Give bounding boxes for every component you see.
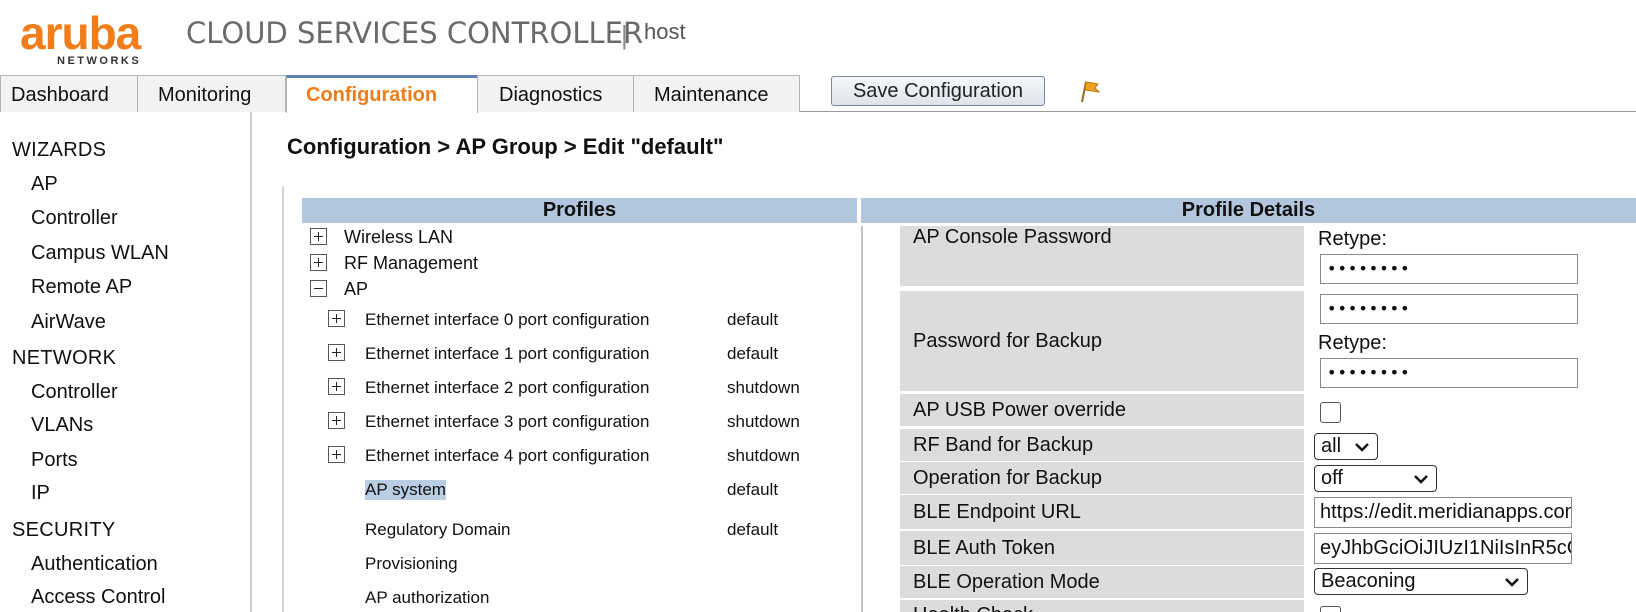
ble-operation-mode-value: Beaconing bbox=[1321, 570, 1416, 592]
tree-item-ap-system-value: default bbox=[727, 480, 779, 499]
sidebar-item-authentication[interactable]: Authentication bbox=[31, 553, 158, 576]
health-check-label-text: Health Check bbox=[913, 604, 1033, 612]
tree-item-regulatory-domain-value: default bbox=[727, 520, 779, 539]
profile-details-header: Profile Details bbox=[861, 198, 1636, 223]
chevron-down-icon bbox=[1355, 443, 1369, 452]
logo-wordmark: aruba bbox=[20, 7, 141, 59]
sidebar-item-ip[interactable]: IP bbox=[31, 482, 50, 505]
tree-item-eth2[interactable]: Ethernet interface 2 port configuration bbox=[365, 378, 649, 398]
tab-maintenance[interactable]: Maintenance bbox=[633, 75, 800, 112]
details-frame-border bbox=[861, 226, 863, 612]
tree-item-ap-system[interactable]: AP system bbox=[365, 480, 446, 500]
ble-operation-mode-label: BLE Operation Mode bbox=[900, 566, 1304, 598]
console-password-retype-label: Retype: bbox=[1318, 228, 1387, 250]
tree-item-eth1[interactable]: Ethernet interface 1 port configuration bbox=[365, 344, 649, 364]
operation-backup-label: Operation for Backup bbox=[900, 462, 1304, 494]
chevron-down-icon bbox=[1414, 475, 1428, 484]
tree-item-eth2-value: shutdown bbox=[727, 378, 800, 397]
tree-item-wireless-lan[interactable]: Wireless LAN bbox=[344, 227, 453, 248]
expand-icon[interactable] bbox=[310, 254, 327, 271]
logo-subtitle: NETWORKS bbox=[57, 55, 142, 67]
tree-item-rf-management[interactable]: RF Management bbox=[344, 253, 478, 274]
tree-item-eth3-value: shutdown bbox=[727, 412, 800, 431]
chevron-down-icon bbox=[1505, 578, 1519, 587]
app-title: CLOUD SERVICES CONTROLLER bbox=[186, 16, 644, 50]
ble-operation-mode-select[interactable]: Beaconing bbox=[1314, 568, 1528, 595]
ble-auth-token-label-text: BLE Auth Token bbox=[913, 537, 1055, 559]
sidebar-item-wizard-remote-ap[interactable]: Remote AP bbox=[31, 276, 132, 299]
console-password-label-text: AP Console Password bbox=[913, 226, 1112, 248]
tab-diagnostics[interactable]: Diagnostics bbox=[477, 75, 634, 112]
tree-item-eth0[interactable]: Ethernet interface 0 port configuration bbox=[365, 310, 649, 330]
collapse-icon[interactable] bbox=[310, 280, 327, 297]
ble-auth-token-label: BLE Auth Token bbox=[900, 531, 1304, 565]
rf-band-backup-select[interactable]: all bbox=[1314, 433, 1378, 460]
expand-icon[interactable] bbox=[328, 310, 345, 327]
usb-power-override-label-text: AP USB Power override bbox=[913, 399, 1127, 421]
tree-item-regulatory-domain[interactable]: Regulatory Domain bbox=[365, 520, 511, 540]
tab-monitoring[interactable]: Monitoring bbox=[137, 75, 286, 112]
backup-password-field[interactable]: •••••••• bbox=[1320, 294, 1578, 324]
ble-operation-mode-label-text: BLE Operation Mode bbox=[913, 571, 1100, 593]
expand-icon[interactable] bbox=[328, 344, 345, 361]
operation-backup-label-text: Operation for Backup bbox=[913, 467, 1102, 489]
profiles-header: Profiles bbox=[302, 198, 857, 223]
expand-icon[interactable] bbox=[328, 378, 345, 395]
tree-item-ap[interactable]: AP bbox=[344, 279, 368, 300]
title-separator: | bbox=[621, 20, 628, 50]
health-check-checkbox[interactable] bbox=[1320, 606, 1341, 612]
sidebar-item-vlans[interactable]: VLANs bbox=[31, 414, 93, 437]
ble-auth-token-input[interactable]: eyJhbGciOiJIUzI1NiIsInR5cCI6 bbox=[1314, 533, 1572, 564]
tab-configuration[interactable]: Configuration bbox=[286, 75, 478, 113]
sidebar-item-network-controller[interactable]: Controller bbox=[31, 381, 118, 404]
tab-dashboard[interactable]: Dashboard bbox=[0, 75, 138, 112]
console-password-retype-field[interactable]: •••••••• bbox=[1320, 254, 1578, 284]
rf-band-backup-label: RF Band for Backup bbox=[900, 429, 1304, 461]
backup-password-retype-field[interactable]: •••••••• bbox=[1320, 358, 1578, 388]
tree-item-eth4-value: shutdown bbox=[727, 446, 800, 465]
sidebar-heading-security: SECURITY bbox=[12, 519, 116, 541]
backup-password-label-text: Password for Backup bbox=[913, 330, 1102, 352]
sidebar-item-access-control[interactable]: Access Control bbox=[31, 586, 166, 609]
sidebar-item-wizard-campus-wlan[interactable]: Campus WLAN bbox=[31, 242, 169, 265]
tree-item-eth4[interactable]: Ethernet interface 4 port configuration bbox=[365, 446, 649, 466]
sidebar-item-ports[interactable]: Ports bbox=[31, 449, 78, 472]
tree-item-eth1-value: default bbox=[727, 344, 779, 363]
tree-item-eth0-value: default bbox=[727, 310, 779, 329]
sidebar-item-wizard-airwave[interactable]: AirWave bbox=[31, 311, 106, 334]
ble-endpoint-url-label: BLE Endpoint URL bbox=[900, 495, 1304, 529]
rf-band-backup-label-text: RF Band for Backup bbox=[913, 434, 1094, 456]
sidebar-heading-wizards: WIZARDS bbox=[12, 139, 107, 161]
usb-power-override-checkbox[interactable] bbox=[1320, 402, 1341, 423]
operation-backup-select[interactable]: off bbox=[1314, 465, 1437, 492]
operation-backup-value: off bbox=[1321, 467, 1343, 489]
backup-password-retype-label: Retype: bbox=[1318, 332, 1387, 354]
aruba-logo: aruba NETWORKS bbox=[20, 10, 170, 68]
host-name: host bbox=[644, 19, 686, 44]
tree-item-provisioning[interactable]: Provisioning bbox=[365, 554, 458, 574]
sidebar-item-wizard-ap[interactable]: AP bbox=[31, 173, 58, 196]
usb-power-override-label: AP USB Power override bbox=[900, 394, 1304, 426]
expand-icon[interactable] bbox=[328, 412, 345, 429]
expand-icon[interactable] bbox=[328, 446, 345, 463]
save-configuration-button[interactable]: Save Configuration bbox=[831, 76, 1045, 106]
ble-endpoint-url-input[interactable]: https://edit.meridianapps.com bbox=[1314, 497, 1572, 528]
tree-item-eth3[interactable]: Ethernet interface 3 port configuration bbox=[365, 412, 649, 432]
ble-endpoint-url-label-text: BLE Endpoint URL bbox=[913, 501, 1081, 523]
backup-password-label: Password for Backup bbox=[900, 291, 1304, 391]
health-check-label: Health Check bbox=[900, 600, 1304, 612]
expand-icon[interactable] bbox=[310, 228, 327, 245]
breadcrumb: Configuration > AP Group > Edit "default… bbox=[287, 134, 724, 159]
content-frame-border bbox=[282, 186, 284, 612]
rf-band-backup-value: all bbox=[1321, 435, 1342, 457]
flag-icon[interactable] bbox=[1078, 78, 1102, 104]
console-password-label: AP Console Password bbox=[900, 226, 1304, 286]
sidebar-item-wizard-controller[interactable]: Controller bbox=[31, 207, 118, 230]
tree-item-ap-authorization[interactable]: AP authorization bbox=[365, 588, 489, 608]
sidebar: WIZARDS AP Controller Campus WLAN Remote… bbox=[0, 112, 252, 612]
sidebar-heading-network: NETWORK bbox=[12, 347, 117, 369]
